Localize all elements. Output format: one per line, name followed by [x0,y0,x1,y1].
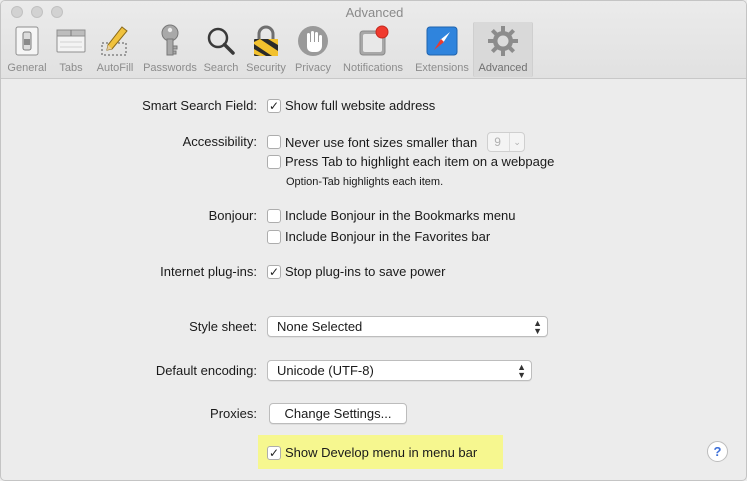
font-size-option[interactable]: Never use font sizes smaller than [285,135,477,150]
plugins-option[interactable]: Stop plug-ins to save power [285,264,445,279]
tab-label: Notifications [343,62,403,74]
tab-passwords[interactable]: Passwords [139,22,201,77]
encoding-value: Unicode (UTF-8) [277,363,374,378]
toolbar: Advanced General Tabs AutoFill Passwords… [1,1,746,79]
tab-general[interactable]: General [3,22,51,77]
accessibility-note: Option-Tab highlights each item. [286,176,444,188]
tab-highlight-checkbox[interactable] [267,154,281,169]
style-sheet-label: Style sheet: [189,319,257,334]
gear-icon [485,24,521,58]
font-size-value: 9 [488,133,511,151]
smart-search-option[interactable]: Show full website address [285,98,435,113]
encoding-label: Default encoding: [155,363,257,378]
plugins-checkbox[interactable]: ✓ [267,264,281,279]
encoding-select[interactable]: Unicode (UTF-8) ▲ ▼ [267,360,532,381]
search-icon [203,24,239,58]
smart-search-label: Smart Search Field: [142,98,257,113]
chevron-updown-icon: ▲ ▼ [517,362,526,380]
tab-label: Extensions [415,62,469,74]
bonjour-bookmarks-row: Include Bonjour in the Bookmarks menu [267,208,516,223]
help-button[interactable]: ? [707,441,728,462]
proxies-label: Proxies: [210,406,257,421]
font-size-checkbox[interactable] [267,135,281,149]
compass-icon [424,24,460,58]
style-sheet-select[interactable]: None Selected ▲ ▼ [267,316,548,337]
bonjour-favorites-checkbox[interactable] [267,229,281,244]
smart-search-checkbox[interactable]: ✓ [267,98,281,113]
tab-highlight-row: Press Tab to highlight each item on a we… [267,154,554,169]
bonjour-bookmarks-option[interactable]: Include Bonjour in the Bookmarks menu [285,208,516,223]
tab-autofill[interactable]: AutoFill [91,22,139,77]
plugins-row: ✓ Stop plug-ins to save power [267,264,445,279]
tab-advanced[interactable]: Advanced [473,22,533,77]
develop-menu-option[interactable]: Show Develop menu in menu bar [285,445,477,460]
notifications-icon [355,24,391,58]
tabs-icon [53,24,89,58]
window-title: Advanced [345,5,404,20]
plugins-label: Internet plug-ins: [160,264,257,279]
tab-label: General [7,62,47,74]
lock-icon [248,24,284,58]
tab-extensions[interactable]: Extensions [411,22,473,77]
tab-search[interactable]: Search [201,22,241,77]
hand-icon [295,24,331,58]
tab-security[interactable]: Security [241,22,291,77]
tab-label: Passwords [143,62,197,74]
bonjour-bookmarks-checkbox[interactable] [267,208,281,223]
tab-tabs[interactable]: Tabs [51,22,91,77]
bonjour-favorites-option[interactable]: Include Bonjour in the Favorites bar [285,229,490,244]
change-settings-button[interactable]: Change Settings... [269,403,407,424]
preference-tabs: General Tabs AutoFill Passwords Search S… [3,22,533,77]
tab-label: AutoFill [96,62,134,74]
style-sheet-value: None Selected [277,319,363,334]
bonjour-label: Bonjour: [208,208,257,223]
tab-label: Privacy [294,62,332,74]
font-size-select: 9 ⌄ [487,132,526,152]
develop-menu-row: ✓ Show Develop menu in menu bar [267,445,477,460]
accessibility-label: Accessibility: [182,134,257,149]
autofill-icon [97,24,133,58]
tab-privacy[interactable]: Privacy [291,22,335,77]
tab-notifications[interactable]: Notifications [335,22,411,77]
tab-label: Search [203,62,239,74]
bonjour-favorites-row: Include Bonjour in the Favorites bar [267,229,490,244]
tab-label: Tabs [59,62,83,74]
tab-highlight-option[interactable]: Press Tab to highlight each item on a we… [285,154,554,169]
tab-label: Security [246,62,286,74]
general-icon [9,24,45,58]
chevron-down-icon: ⌄ [513,136,521,147]
tab-label: Advanced [478,62,528,74]
key-icon [152,24,188,58]
develop-menu-checkbox[interactable]: ✓ [267,445,281,460]
chevron-updown-icon: ▲ ▼ [533,318,542,336]
safari-preferences-window: Advanced General Tabs AutoFill Passwords… [0,0,747,481]
smart-search-row: ✓ Show full website address [267,98,435,113]
font-size-row: Never use font sizes smaller than 9 ⌄ [267,132,526,152]
